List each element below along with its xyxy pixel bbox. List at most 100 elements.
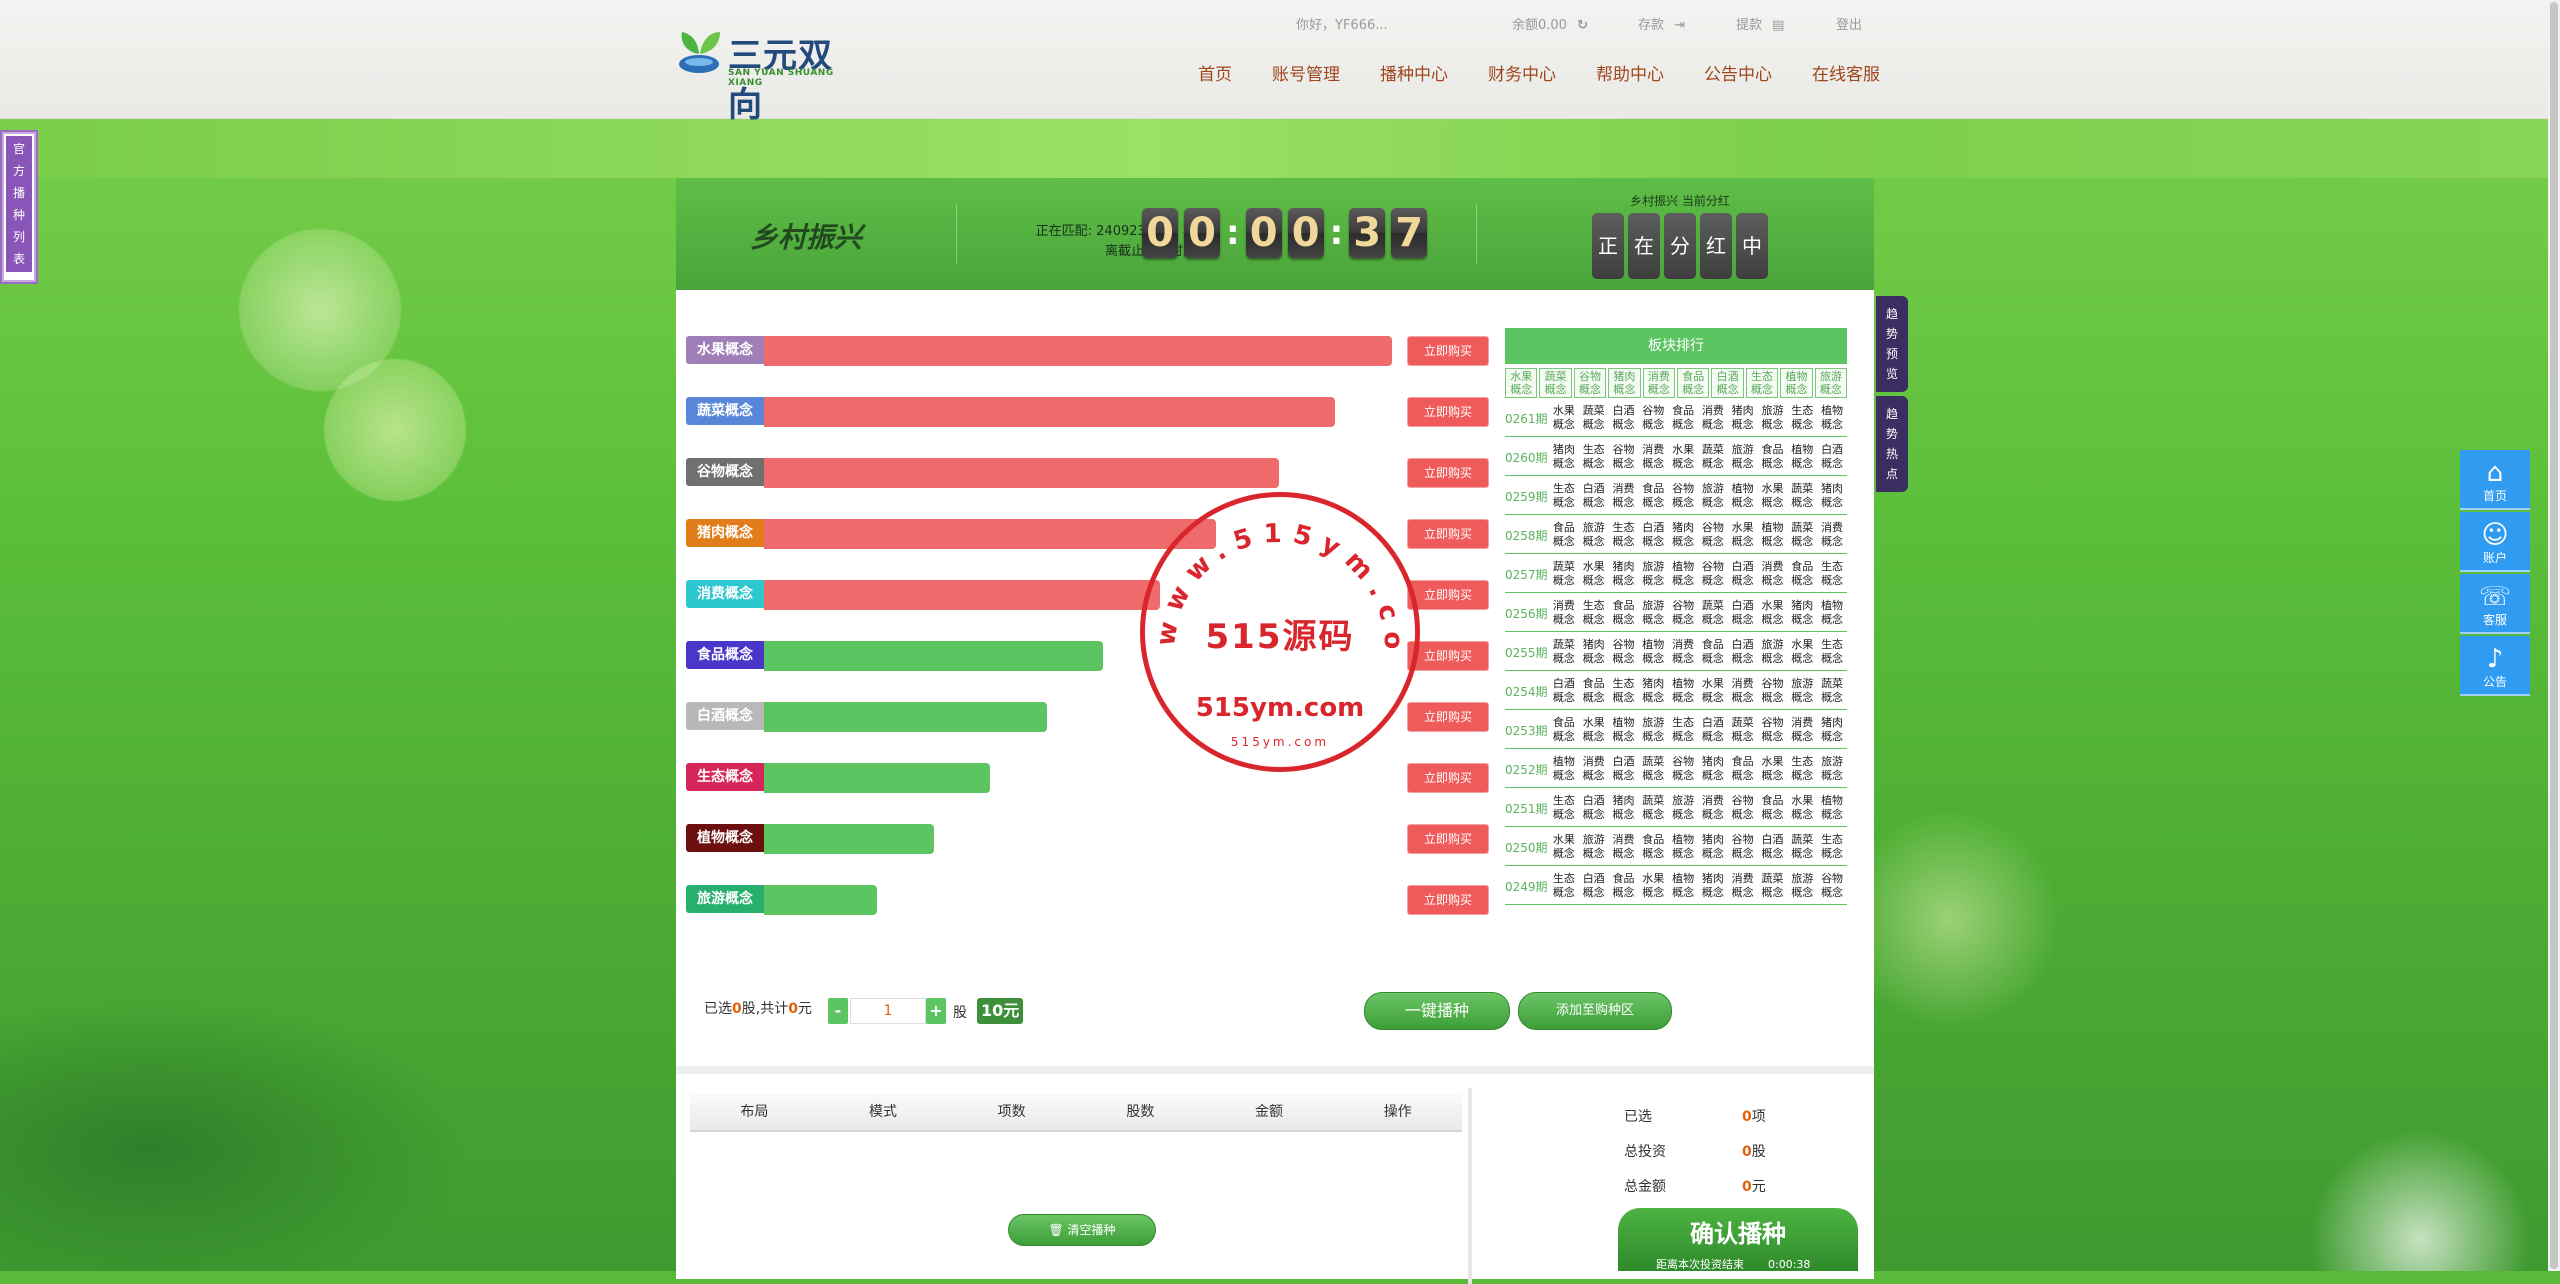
clock-digit: 7 (1391, 208, 1428, 258)
ranking-category[interactable]: 生态 概念 (1745, 368, 1779, 398)
ranking-category[interactable]: 植物 概念 (1780, 368, 1813, 398)
one-click-seed-button[interactable]: 一键播种 (1364, 992, 1510, 1030)
ranking-cell: 白酒 概念 (1582, 794, 1605, 821)
ranking-row: 0261期 水果 概念 蔬菜 概念 白酒 概念 谷物 概念 食品 概念 消费 概念 猪肉 概念 旅游 概念 生态概… (1505, 400, 1847, 437)
ranking-category[interactable]: 旅游 概念 (1814, 368, 1848, 398)
widget-account[interactable]: ☺ 账户 (2460, 512, 2530, 572)
add-to-cart-button[interactable]: 添加至购种区 (1518, 992, 1672, 1030)
deposit-link[interactable]: 存款 ⇥ (1638, 14, 1685, 33)
refresh-icon[interactable]: ↻ (1577, 18, 1588, 33)
ranking-cell: 消费 概念 (1701, 794, 1724, 821)
buy-now-button[interactable]: 立即购买 (1407, 397, 1489, 427)
ranking-cell: 蔬菜 概念 (1791, 521, 1814, 548)
buy-now-button[interactable]: 立即购买 (1407, 336, 1489, 366)
remaining-label: 距离本次投资结束 (1656, 1258, 1744, 1271)
remaining-time: 距离本次投资结束 0:00:38 (1656, 1256, 1810, 1272)
ranking-period: 0258期 (1505, 528, 1548, 543)
ranking-cell: 消费 概念 (1731, 872, 1754, 899)
buy-now-button[interactable]: 立即购买 (1407, 885, 1489, 915)
ranking-cell: 猪肉 概念 (1701, 872, 1724, 899)
concept-bar-row: 谷物概念 (686, 456, 1486, 488)
clock-colon: : (1329, 213, 1344, 253)
nav-finance[interactable]: 财务中心 (1488, 60, 1556, 86)
ranking-category[interactable]: 谷物 概念 (1573, 368, 1607, 398)
balance-link[interactable]: 余额0.00 ↻ (1512, 14, 1588, 33)
quantity-input[interactable]: 1 (850, 998, 926, 1024)
ranking-cell: 旅游 概念 (1821, 755, 1844, 782)
ranking-cell: 水果 概念 (1761, 482, 1784, 509)
ranking-cell: 植物 概念 (1761, 521, 1784, 548)
ranking-category[interactable]: 消费 概念 (1642, 368, 1676, 398)
withdraw-link[interactable]: 提款 ▤ (1736, 14, 1784, 33)
ranking-cell: 旅游 概念 (1642, 560, 1665, 587)
trend-preview-tab[interactable]: 趋势预览 (1876, 296, 1908, 392)
buy-now-button[interactable]: 立即购买 (1407, 580, 1489, 610)
confirm-seed-button[interactable]: 确认播种 距离本次投资结束 0:00:38 (1618, 1208, 1858, 1271)
ranking-category[interactable]: 蔬菜 概念 (1539, 368, 1572, 398)
ranking-cell: 水果 概念 (1672, 443, 1695, 470)
order-summary: 已选 0项 总投资 0股 总金额 0元 (1624, 1100, 1766, 1205)
ranking-cell: 蔬菜 概念 (1552, 638, 1575, 665)
ranking-category[interactable]: 食品 概念 (1677, 368, 1710, 398)
clock-digit: 0 (1245, 208, 1282, 258)
concept-progress-bar (764, 824, 934, 854)
buy-now-button[interactable]: 立即购买 (1407, 519, 1489, 549)
buy-now-button[interactable]: 立即购买 (1407, 824, 1489, 854)
nav-notice[interactable]: 公告中心 (1704, 60, 1772, 86)
user-icon: ☺ (2481, 520, 2509, 550)
ranking-cell: 植物 概念 (1821, 404, 1844, 431)
ranking-cell: 蔬菜 概念 (1552, 560, 1575, 587)
buy-now-button[interactable]: 立即购买 (1407, 763, 1489, 793)
ranking-row: 0258期 食品 概念 旅游 概念 生态 概念 白酒 概念 猪肉 概念 谷物 概念 水果 概念 植物 概念 蔬菜概… (1505, 517, 1847, 554)
ranking-period: 0250期 (1505, 840, 1548, 855)
widget-home[interactable]: ⌂ 首页 (2460, 450, 2530, 510)
plus-button[interactable]: + (926, 998, 946, 1024)
summary-amount-label: 总金额 (1624, 1179, 1666, 1195)
clear-seed-button[interactable]: 🗑 清空播种 (1008, 1214, 1156, 1246)
minus-button[interactable]: - (828, 998, 848, 1024)
ranking-cell: 蔬菜 概念 (1761, 872, 1784, 899)
trend-hot-tab[interactable]: 趋势热点 (1876, 396, 1908, 492)
scrollbar-thumb[interactable] (2550, 2, 2558, 1269)
brand-logo[interactable]: 三元双向 SAN YUAN SHUANG XIANG (676, 24, 856, 125)
ranking-cell: 谷物 概念 (1731, 833, 1754, 860)
nav-account[interactable]: 账号管理 (1272, 60, 1340, 86)
ranking-cell: 食品 概念 (1791, 560, 1814, 587)
ranking-cell: 谷物 概念 (1672, 755, 1695, 782)
home-icon: ⌂ (2486, 458, 2504, 488)
nav-seeding[interactable]: 播种中心 (1380, 60, 1448, 86)
ranking-cell: 旅游 概念 (1701, 482, 1724, 509)
ranking-cell: 蔬菜 概念 (1731, 716, 1754, 743)
ranking-cell: 蔬菜 概念 (1791, 482, 1814, 509)
buy-now-button[interactable]: 立即购买 (1407, 702, 1489, 732)
concept-label: 旅游概念 (686, 885, 764, 913)
nav-service[interactable]: 在线客服 (1812, 60, 1880, 86)
brand-subtitle: SAN YUAN SHUANG XIANG (728, 68, 834, 88)
selected-count: 0 (732, 1001, 742, 1017)
logout-link[interactable]: 登出 (1836, 14, 1862, 33)
concept-label: 食品概念 (686, 641, 764, 669)
selected-suffix: 元 (797, 1001, 812, 1017)
ranking-cell: 蔬菜 概念 (1701, 443, 1724, 470)
buy-now-button[interactable]: 立即购买 (1407, 458, 1489, 488)
ranking-cell: 水果 概念 (1582, 716, 1605, 743)
nav-help[interactable]: 帮助中心 (1596, 60, 1664, 86)
ranking-cell: 消费 概念 (1761, 560, 1784, 587)
ranking-cell: 蔬菜 概念 (1642, 794, 1665, 821)
widget-service[interactable]: ☏ 客服 (2460, 574, 2530, 634)
concept-progress-bar (764, 397, 1335, 427)
ranking-cell: 水果 概念 (1552, 833, 1575, 860)
ranking-cell: 蔬菜 概念 (1582, 404, 1605, 431)
ranking-cell: 白酒 概念 (1582, 872, 1605, 899)
ranking-category[interactable]: 猪肉 概念 (1608, 368, 1641, 398)
panel-header: 乡村振兴 正在匹配: 2409230167 期 离截止分红时间 0 0 : 0 … (676, 178, 1874, 290)
ranking-category[interactable]: 白酒 概念 (1711, 368, 1744, 398)
ranking-cell: 谷物 概念 (1612, 638, 1635, 665)
widget-notice[interactable]: ♪ 公告 (2460, 636, 2530, 696)
nav-home[interactable]: 首页 (1198, 60, 1232, 86)
ranking-cell: 猪肉 概念 (1672, 521, 1695, 548)
ranking-category[interactable]: 水果 概念 (1505, 368, 1538, 398)
official-seed-list-tab[interactable]: 官方播种列表 (0, 130, 38, 284)
page-scrollbar[interactable] (2548, 0, 2560, 1271)
col-shares: 股数 (1126, 1104, 1155, 1120)
